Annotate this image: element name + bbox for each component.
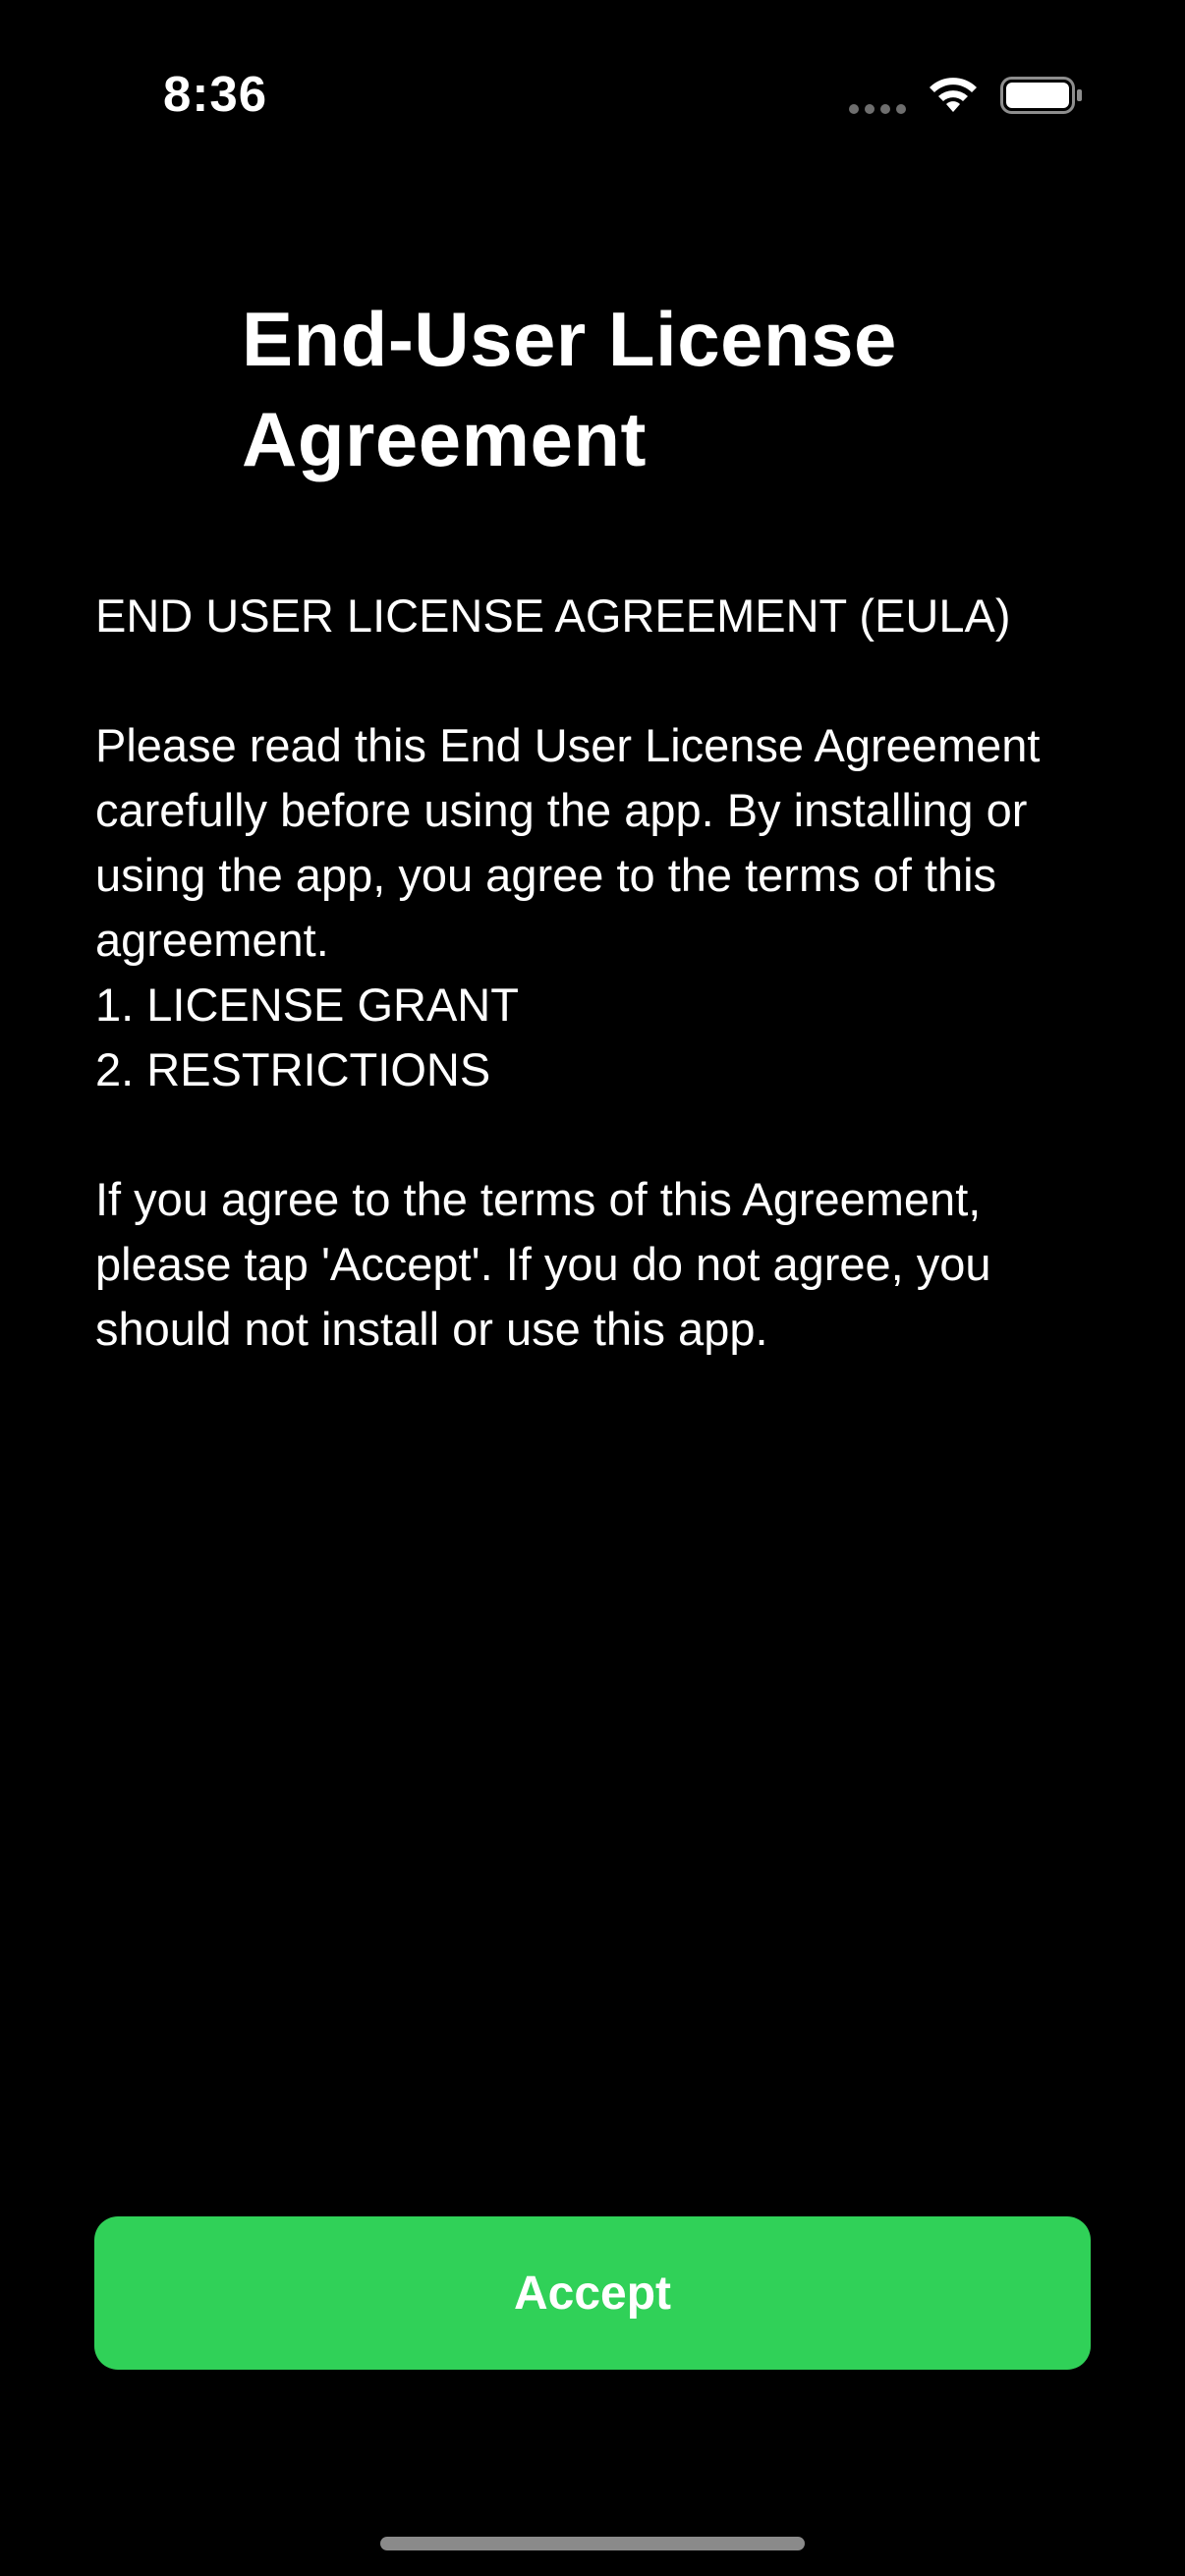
- signal-dots-icon: [849, 104, 908, 114]
- page-title: End-User License Agreement: [242, 296, 897, 482]
- accept-button[interactable]: Accept: [94, 2216, 1091, 2370]
- battery-icon: [1000, 77, 1082, 114]
- status-time: 8:36: [163, 66, 268, 122]
- status-bar: 8:36: [0, 0, 1185, 147]
- wifi-icon: [930, 78, 977, 112]
- eula-body-text: END USER LICENSE AGREEMENT (EULA) Please…: [95, 589, 1041, 1355]
- home-indicator[interactable]: [380, 2537, 805, 2550]
